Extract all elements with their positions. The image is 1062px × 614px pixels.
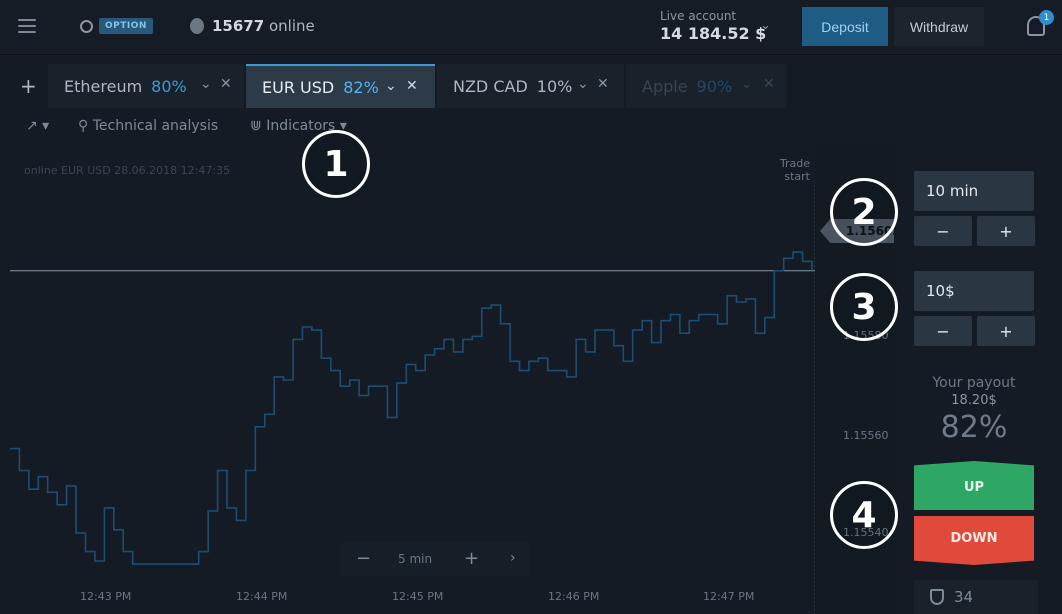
up-button[interactable]: UP <box>914 461 1034 510</box>
top-header: OPTION 15677 online Live account 14 184.… <box>0 0 1062 55</box>
technical-analysis-button[interactable]: ⚲ Technical analysis <box>78 118 218 134</box>
add-tab-icon[interactable]: + <box>20 74 37 98</box>
shield-icon <box>930 589 944 605</box>
zoom-out-button[interactable]: − <box>356 548 371 569</box>
payout-label: Your payout <box>932 375 1016 391</box>
trades-counter[interactable]: 34 <box>914 580 1038 614</box>
tab-nzd-cad[interactable]: NZD CAD 10% ⌄ ✕ <box>437 64 624 108</box>
close-icon[interactable]: ✕ <box>406 78 418 94</box>
account-label: Live account <box>660 9 737 23</box>
chevron-down-icon[interactable]: ⌄ <box>385 78 397 94</box>
duration-plus-button[interactable]: + <box>977 216 1035 246</box>
close-icon[interactable]: ✕ <box>597 76 609 92</box>
tab-payout: 80% <box>151 76 187 96</box>
chevron-down-icon[interactable]: ⌄ <box>577 76 589 92</box>
trade-start-word: Trade <box>779 157 810 170</box>
tab-name: NZD CAD <box>453 76 528 96</box>
logo-badge: OPTION <box>99 18 153 34</box>
account-balance: 14 184.52 $ <box>660 24 767 43</box>
indicators-icon: ⋓ <box>250 118 262 134</box>
payout-percent: 82% <box>940 410 1008 445</box>
asset-tabs: + Ethereum 80% ⌄ ✕ EUR USD 82% ⌄ ✕ NZD C… <box>0 64 1062 108</box>
time-tick-label: 12:45 PM <box>392 590 444 603</box>
menu-icon[interactable] <box>18 19 36 33</box>
technical-analysis-label: Technical analysis <box>92 118 219 134</box>
close-icon[interactable]: ✕ <box>220 76 232 92</box>
duration-field[interactable]: 10 min <box>914 171 1034 211</box>
account-selector[interactable]: Live account 14 184.52 $ <box>660 9 766 43</box>
tab-name: Ethereum <box>64 76 143 96</box>
price-series-line <box>10 251 813 565</box>
amount-minus-button[interactable]: − <box>914 316 972 346</box>
deposit-button[interactable]: Deposit <box>802 7 888 46</box>
chevron-right-icon[interactable]: › <box>510 550 516 566</box>
step-marker-2: 2 <box>830 178 898 246</box>
chevron-down-icon[interactable]: ⌄ <box>200 76 212 92</box>
logo[interactable]: OPTION <box>80 18 153 34</box>
online-users: 15677 online <box>190 17 315 35</box>
time-tick-label: 12:43 PM <box>80 590 132 603</box>
tab-payout: 82% <box>343 77 379 97</box>
trade-start-word: start <box>784 170 810 183</box>
down-button[interactable]: DOWN <box>914 516 1034 565</box>
chevron-down-icon[interactable]: ⌄ <box>760 18 771 33</box>
tab-apple[interactable]: Apple 90% ⌄ ✕ <box>626 64 786 108</box>
tab-payout: 90% <box>696 76 733 96</box>
tab-ethereum[interactable]: Ethereum 80% ⌄ ✕ <box>48 64 244 108</box>
chart-type-icon[interactable]: ↗ ▾ <box>26 118 49 134</box>
step-marker-3: 3 <box>830 273 898 341</box>
online-label: online <box>268 17 315 35</box>
zoom-control: − 5 min + › <box>340 542 530 576</box>
magnifier-icon: ⚲ <box>78 118 89 134</box>
online-count: 15677 <box>212 17 265 35</box>
duration-minus-button[interactable]: − <box>914 216 972 246</box>
chart-caption: online EUR USD 28.06.2018 12:47:35 <box>24 164 231 177</box>
time-tick-label: 12:44 PM <box>236 590 288 603</box>
price-tick-label: 1.15560 <box>843 429 889 442</box>
tab-payout: 10% <box>536 76 573 96</box>
withdraw-button[interactable]: Withdraw <box>894 7 984 46</box>
amount-plus-button[interactable]: + <box>977 316 1035 346</box>
tab-eur-usd[interactable]: EUR USD 82% ⌄ ✕ <box>246 64 435 108</box>
zoom-in-button[interactable]: + <box>464 548 479 569</box>
amount-field[interactable]: 10$ <box>914 271 1034 311</box>
step-marker-1: 1 <box>302 130 370 198</box>
trade-start-label: Trade start <box>770 157 810 183</box>
time-tick-label: 12:47 PM <box>703 590 755 603</box>
globe-icon <box>80 19 93 33</box>
location-pin-icon <box>190 18 204 34</box>
zoom-level: 5 min <box>398 552 433 566</box>
notification-badge: 1 <box>1039 10 1054 25</box>
step-marker-4: 4 <box>830 481 898 549</box>
payout-amount: 18.20$ <box>951 393 997 408</box>
tab-name: EUR USD <box>262 77 335 97</box>
tab-name: Apple <box>642 76 688 96</box>
chevron-down-icon[interactable]: ⌄ <box>741 76 753 92</box>
trades-count: 34 <box>954 588 974 606</box>
close-icon[interactable]: ✕ <box>763 76 775 92</box>
time-tick-label: 12:46 PM <box>548 590 600 603</box>
